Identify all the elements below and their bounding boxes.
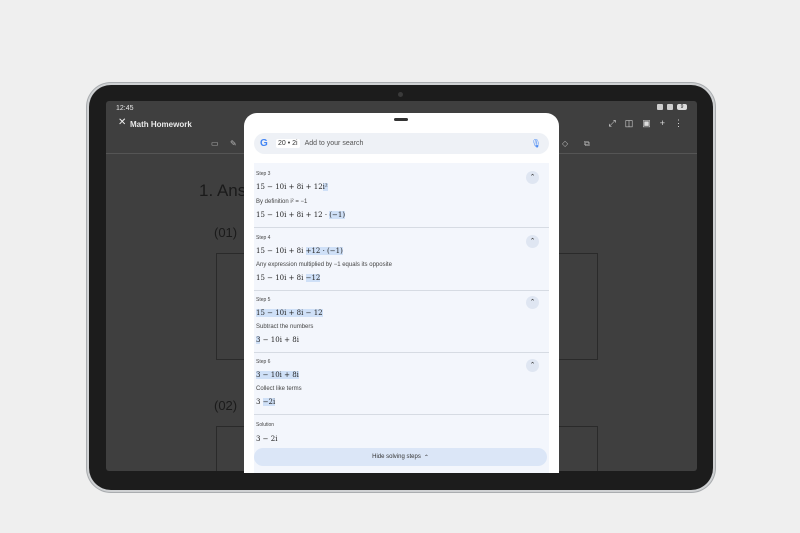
math-term: 15 − 10i + 8i xyxy=(256,274,306,282)
signal-icon xyxy=(667,104,673,110)
status-time: 12:45 xyxy=(116,105,134,112)
math-term: 15 − 10i + 8i xyxy=(256,247,306,255)
step-explanation: Any expression multiplied by −1 equals i… xyxy=(256,262,392,268)
step-label: Step 3 xyxy=(256,171,271,177)
battery-icon: 9 xyxy=(677,104,687,110)
step-card: Step 3 15 − 10i + 8i + 12i² By definitio… xyxy=(254,163,549,228)
highlighted-term: −12 xyxy=(305,274,321,282)
solving-steps: Step 3 15 − 10i + 8i + 12i² By definitio… xyxy=(254,163,549,473)
mic-icon[interactable]: 🎙 xyxy=(531,139,541,148)
query-chip[interactable]: 20 • 2i xyxy=(276,139,300,148)
math-term: − 10i + 8i xyxy=(260,336,299,344)
keyboard-icon[interactable]: ▭ xyxy=(211,139,219,148)
chevron-up-icon: ⌃ xyxy=(423,454,429,461)
doc-question-2: (02) xyxy=(214,398,238,413)
highlighted-term: 3 − 10i + 8i xyxy=(256,371,299,379)
drag-handle[interactable] xyxy=(394,118,408,121)
math-term: + 12 xyxy=(303,183,323,191)
expand-icon[interactable]: ⤢ xyxy=(609,118,616,129)
math-term: 3 xyxy=(256,398,263,406)
app-toolbar: ⤢ ◫ ▣ + ⋮ xyxy=(609,118,684,129)
highlighted-term: +12 · (−1) xyxy=(305,247,343,255)
doc-question-1: (01) xyxy=(214,225,238,240)
step-label: Step 4 xyxy=(256,235,271,241)
math-term: 15 − 10i + 8i + 12 · xyxy=(256,211,330,219)
more-icon[interactable]: ⋮ xyxy=(674,118,683,129)
step-result: 15 − 10i + 8i −12 xyxy=(256,274,321,282)
add-icon[interactable]: + xyxy=(660,118,665,129)
solution-label: Solution xyxy=(256,422,275,428)
step-expression: 15 − 10i + 8i +12 · (−1) xyxy=(256,247,343,255)
math-term: + 8 xyxy=(286,183,302,191)
pen-icon[interactable]: ✎ xyxy=(230,139,237,148)
collapse-chevron-icon[interactable]: ⌃ xyxy=(526,359,539,372)
app-title: Math Homework xyxy=(130,120,192,129)
close-icon[interactable]: ✕ xyxy=(118,117,126,128)
status-icons: 9 xyxy=(657,104,687,110)
collapse-chevron-icon[interactable]: ⌃ xyxy=(526,171,539,184)
collapse-chevron-icon[interactable]: ⌃ xyxy=(526,235,539,248)
hide-button-label: Hide solving steps xyxy=(372,454,421,460)
step-explanation: Subtract the numbers xyxy=(256,324,314,330)
layout-icon[interactable]: ◫ xyxy=(625,118,634,129)
step-card: Step 4 15 − 10i + 8i +12 · (−1) Any expr… xyxy=(254,227,549,291)
search-bar[interactable]: G 20 • 2i Add to your search 🎙 xyxy=(254,133,549,154)
search-input[interactable]: Add to your search xyxy=(305,140,531,147)
page-icon[interactable]: ▣ xyxy=(642,118,651,129)
shapes-icon[interactable]: ◇ xyxy=(562,139,568,148)
step-label: Step 6 xyxy=(256,359,271,365)
step-result: 3 − 10i + 8i xyxy=(256,336,299,344)
highlighted-term: (−1) xyxy=(329,211,346,219)
highlighted-term: i² xyxy=(322,183,328,191)
step-explanation: Collect like terms xyxy=(256,386,302,392)
solution-value: 3 − 2i xyxy=(256,435,278,443)
step-expression: 15 − 10i + 8i − 12 xyxy=(256,309,323,317)
highlighted-term: −2i xyxy=(262,398,276,406)
wifi-icon xyxy=(657,104,663,110)
front-camera xyxy=(398,92,403,97)
hide-solving-steps-button[interactable]: Hide solving steps ⌃ xyxy=(254,448,547,466)
copy-icon[interactable]: ⧉ xyxy=(584,139,590,149)
step-result: 3 −2i xyxy=(256,398,276,406)
step-label: Step 5 xyxy=(256,297,271,303)
collapse-chevron-icon[interactable]: ⌃ xyxy=(526,296,539,309)
step-result: 15 − 10i + 8i + 12 · (−1) xyxy=(256,211,346,219)
step-card: Step 6 3 − 10i + 8i Collect like terms 3… xyxy=(254,352,549,415)
step-expression: 3 − 10i + 8i xyxy=(256,371,299,379)
step-expression: 15 − 10i + 8i + 12i² xyxy=(256,183,328,191)
highlighted-term: 15 − 10i + 8i − 12 xyxy=(256,309,323,317)
step-explanation: By definition i² = −1 xyxy=(256,199,308,205)
search-bottom-sheet: G 20 • 2i Add to your search 🎙 Step 3 15… xyxy=(244,113,559,473)
step-card: Step 5 15 − 10i + 8i − 12 Subtract the n… xyxy=(254,290,549,353)
google-logo: G xyxy=(260,138,268,149)
math-term: 15 − 10 xyxy=(256,183,285,191)
